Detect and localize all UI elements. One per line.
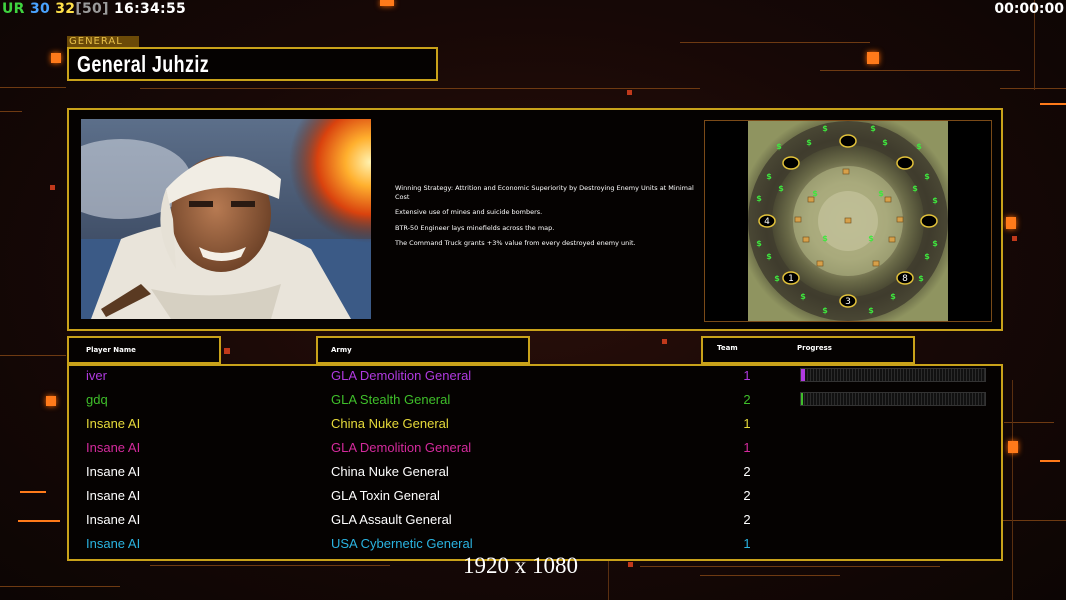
money-icon: $	[868, 234, 874, 243]
money-icon: $	[878, 189, 884, 198]
player-army: GLA Demolition General	[331, 440, 472, 455]
money-icon: $	[932, 196, 938, 205]
player-row: Insane AI GLA Demolition General 1	[69, 438, 1001, 462]
column-army-label: Army	[331, 346, 352, 354]
fps-current: 30	[29, 1, 51, 17]
player-name: Insane AI	[86, 416, 141, 431]
player-name: iver	[86, 368, 107, 383]
column-team-label: Team	[717, 344, 738, 352]
money-icon: $	[882, 138, 888, 147]
money-icon: $	[766, 172, 772, 181]
money-icon: $	[800, 292, 806, 301]
start-position-1: 1	[788, 274, 794, 284]
money-icon: $	[918, 274, 924, 283]
column-player-label: Player Name	[86, 346, 136, 354]
money-icon: $	[916, 142, 922, 151]
player-row: Insane AI GLA Assault General 2	[69, 510, 1001, 534]
general-portrait	[81, 119, 371, 319]
money-icon: $	[766, 252, 772, 261]
money-icon: $	[868, 306, 874, 315]
faction-tag: UR	[2, 1, 25, 17]
player-row: Insane AI China Nuke General 2	[69, 462, 1001, 486]
player-army: GLA Stealth General	[331, 392, 451, 407]
player-row: iver GLA Demolition General 1	[69, 366, 1001, 390]
money-icon: $	[870, 124, 876, 133]
general-title-box: General Juhziz	[67, 47, 438, 81]
fps-target: 32	[55, 1, 76, 17]
column-header-army: Army	[316, 336, 530, 364]
player-name: Insane AI	[86, 440, 141, 455]
start-position-3: 3	[845, 297, 851, 307]
loading-progress-bar	[800, 392, 986, 406]
progress-fill	[801, 369, 805, 381]
general-info-panel: Winning Strategy: Attrition and Economic…	[67, 108, 1003, 331]
money-icon: $	[776, 142, 782, 151]
player-name: Insane AI	[86, 512, 141, 527]
player-army: GLA Assault General	[331, 512, 452, 527]
player-name: Insane AI	[86, 488, 141, 503]
player-list: iver GLA Demolition General 1 gdq GLA Stealt…	[67, 364, 1003, 561]
money-icon: $	[756, 239, 762, 248]
money-icon: $	[924, 172, 930, 181]
start-position-8: 8	[902, 274, 908, 284]
player-team: 2	[743, 392, 751, 407]
player-army: USA Cybernetic General	[331, 536, 473, 551]
minimap-image: 4 1 3 8 $ $ $ $ $ $ $ $ $ $ $ $ $ $ $ $ …	[705, 121, 991, 321]
start-position-4: 4	[764, 217, 770, 227]
fps-bracket: [50]	[75, 1, 109, 17]
strategy-line-2: Extensive use of mines and suicide bombe…	[395, 208, 543, 216]
strategy-line-4: The Command Truck grants +3% value from …	[395, 239, 636, 247]
money-icon: $	[822, 306, 828, 315]
resolution-text: 1920 x 1080	[463, 553, 578, 578]
column-progress-label: Progress	[797, 344, 832, 352]
money-icon: $	[932, 239, 938, 248]
player-army: China Nuke General	[331, 464, 449, 479]
money-icon: $	[812, 189, 818, 198]
strategy-line-1: Winning Strategy: Attrition and Economic…	[395, 184, 694, 201]
player-army: China Nuke General	[331, 416, 449, 431]
money-icon: $	[822, 234, 828, 243]
strategy-line-3: BTR-50 Engineer lays minefields across t…	[395, 223, 555, 232]
money-icon: $	[912, 184, 918, 193]
player-name: gdq	[86, 392, 108, 407]
system-clock: 16:34:55	[113, 1, 187, 17]
money-icon: $	[806, 138, 812, 147]
money-icon: $	[778, 184, 784, 193]
player-team: 2	[743, 512, 751, 527]
hud-stats: UR 30 32[50] 16:34:55	[2, 1, 186, 17]
player-team: 2	[743, 488, 751, 503]
general-name: General Juhziz	[77, 51, 210, 77]
portrait-image	[81, 119, 371, 319]
player-name: Insane AI	[86, 536, 141, 551]
player-row: Insane AI China Nuke General 1	[69, 414, 1001, 438]
player-army: GLA Toxin General	[331, 488, 440, 503]
player-team: 1	[743, 440, 751, 455]
money-icon: $	[924, 252, 930, 261]
money-icon: $	[756, 194, 762, 203]
player-team: 1	[743, 536, 751, 551]
game-timer: 00:00:00	[994, 1, 1064, 17]
map-preview: 4 1 3 8 $ $ $ $ $ $ $ $ $ $ $ $ $ $ $ $ …	[704, 120, 992, 322]
player-team: 2	[743, 464, 751, 479]
player-team: 1	[743, 416, 751, 431]
money-icon: $	[774, 274, 780, 283]
player-row: gdq GLA Stealth General 2	[69, 390, 1001, 414]
loading-progress-bar	[800, 368, 986, 382]
column-header-team-progress: Team Progress	[701, 336, 915, 364]
column-header-player: Player Name	[67, 336, 221, 364]
progress-fill	[801, 393, 803, 405]
strategy-text: Winning Strategy: Attrition and Economic…	[395, 184, 695, 255]
money-icon: $	[822, 124, 828, 133]
player-army: GLA Demolition General	[331, 368, 472, 383]
money-icon: $	[890, 292, 896, 301]
player-team: 1	[743, 368, 751, 383]
player-name: Insane AI	[86, 464, 141, 479]
player-row: Insane AI GLA Toxin General 2	[69, 486, 1001, 510]
